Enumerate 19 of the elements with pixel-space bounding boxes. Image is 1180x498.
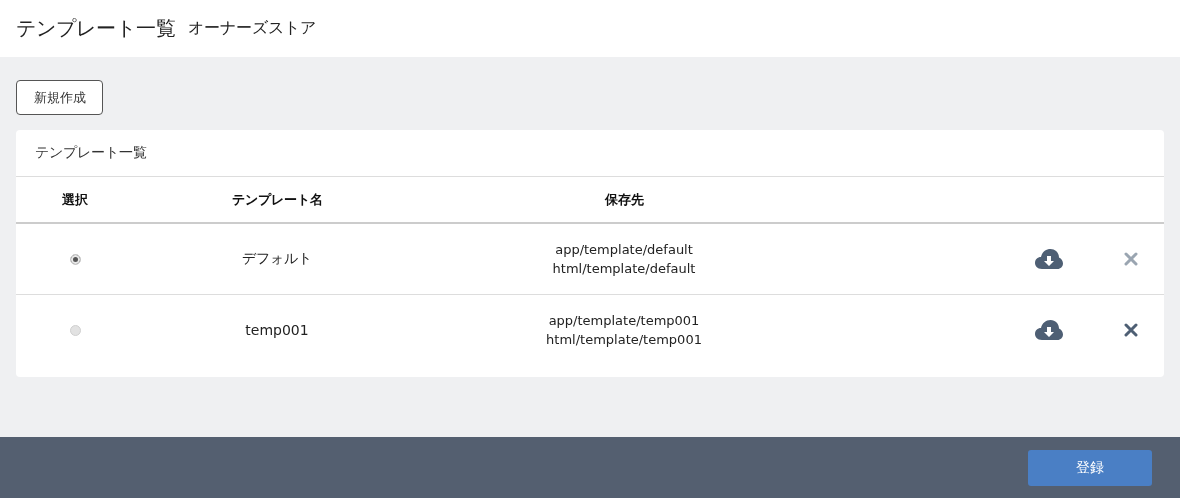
path-text: html/template/default (552, 261, 696, 276)
template-name: デフォルト (242, 250, 312, 268)
page-title: テンプレート一覧 (16, 15, 176, 42)
close-icon[interactable] (1123, 323, 1138, 337)
path-text: app/template/temp001 (548, 313, 700, 328)
new-button[interactable]: 新規作成 (16, 80, 103, 115)
radio-button[interactable] (69, 253, 81, 265)
register-button[interactable]: 登録 (1028, 449, 1152, 486)
radio-button[interactable] (69, 324, 81, 336)
card-title: テンプレート一覧 (16, 130, 1164, 177)
shop-name: オーナーズストア (188, 18, 316, 39)
cloud-download-icon[interactable] (1035, 319, 1063, 341)
path-text: app/template/default (555, 242, 693, 257)
cloud-download-icon[interactable] (1035, 248, 1063, 270)
column-header: 保存先 (604, 190, 644, 209)
column-header: 選択 (62, 190, 88, 209)
path-text: html/template/temp001 (546, 332, 702, 347)
column-header: テンプレート名 (231, 190, 323, 209)
template-name: temp001 (245, 322, 309, 338)
